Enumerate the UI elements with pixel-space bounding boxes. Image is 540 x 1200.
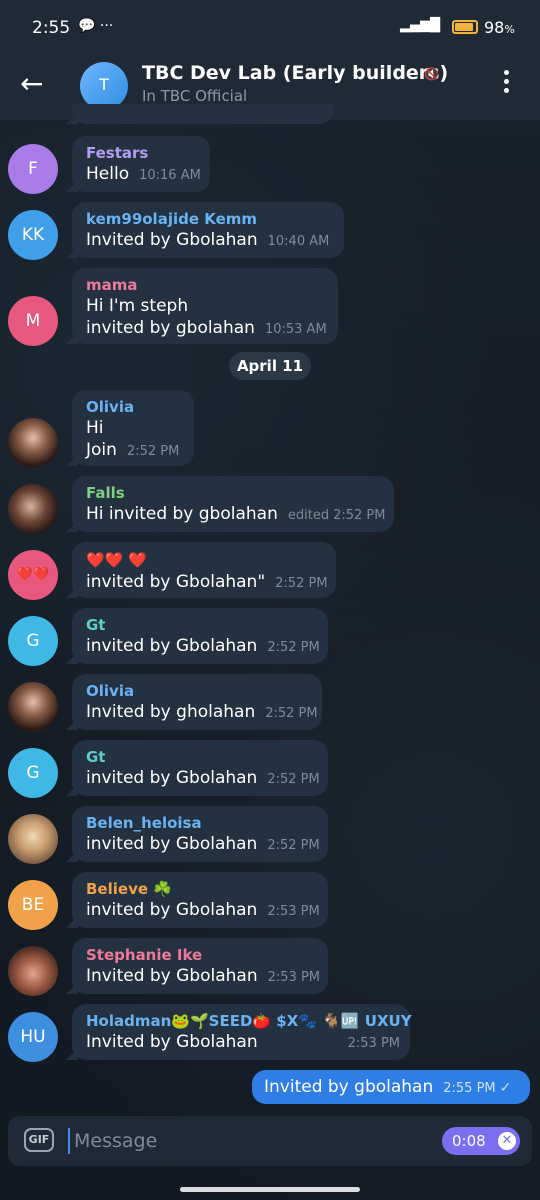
battery-percent: 98% xyxy=(484,18,515,37)
avatar[interactable]: ❤️❤️ xyxy=(8,550,58,600)
message-bubble[interactable]: mama Hi I'm steph invited by gbolahan 10:… xyxy=(72,268,338,344)
message-bubble[interactable]: Olivia Invited by gholahan 2:52 PM xyxy=(72,674,322,730)
message-bubble[interactable]: Olivia Hi Join 2:52 PM xyxy=(72,390,194,466)
edited-label: edited xyxy=(287,508,330,523)
message-time: 2:52 PM xyxy=(275,576,328,591)
message-text: Invited by gbolahan xyxy=(264,1077,434,1097)
avatar[interactable] xyxy=(8,418,58,468)
timer-chip[interactable]: 0:08 ✕ xyxy=(442,1127,520,1155)
message-bubble[interactable]: Believe ☘️ invited by Gbolahan 2:53 PM xyxy=(72,872,328,928)
sender-name[interactable]: kem99olajide Kemm xyxy=(86,209,332,229)
notification-icons: 💬 ··· xyxy=(78,18,114,34)
sender-name[interactable]: Belen_heloisa xyxy=(86,813,316,833)
mute-icon: 🔇 xyxy=(424,67,439,81)
message-text: Join xyxy=(86,440,117,460)
message-text: invited by Gbolahan xyxy=(86,900,258,920)
avatar[interactable] xyxy=(8,484,58,534)
gesture-nav-bar[interactable] xyxy=(180,1187,360,1192)
message-time: 2:55 PM xyxy=(443,1081,496,1096)
timer-text: 0:08 xyxy=(452,1132,486,1150)
message-time: 2:53 PM xyxy=(347,1036,401,1051)
status-time: 2:55 xyxy=(32,18,71,38)
close-icon[interactable]: ✕ xyxy=(498,1132,516,1150)
date-divider: April 11 xyxy=(229,352,311,380)
message-text: Invited by Gbolahan xyxy=(86,966,258,986)
message-bubble[interactable]: Festars Hello 10:16 AM xyxy=(72,136,210,192)
sender-name[interactable]: mama xyxy=(86,275,326,295)
avatar[interactable]: F xyxy=(8,144,58,194)
avatar[interactable] xyxy=(8,814,58,864)
message-bubble[interactable]: Belen_heloisa invited by Gbolahan 2:52 PM xyxy=(72,806,328,862)
avatar[interactable]: BE xyxy=(8,880,58,930)
message-composer: GIF 0:08 ✕ xyxy=(8,1116,532,1166)
chat-title[interactable]: TBC Dev Lab (Early builders) xyxy=(142,62,448,84)
sender-name[interactable]: Gt xyxy=(86,615,316,635)
outgoing-message-bubble[interactable]: Invited by gbolahan 2:55 PM ✓ xyxy=(252,1070,530,1104)
channel-avatar-letter: T xyxy=(99,75,109,94)
chat-subtitle[interactable]: In TBC Official xyxy=(142,87,247,105)
sender-name[interactable]: Holadman🐸🌱SEED🍅 $X🐾 🐐🆙 UXUY xyxy=(86,1011,412,1031)
sender-name[interactable]: Olivia xyxy=(86,397,182,417)
message-bubble[interactable]: Gt invited by Gbolahan 2:52 PM xyxy=(72,740,328,796)
message-time: 2:52 PM xyxy=(265,706,318,721)
message-time: 2:52 PM xyxy=(333,508,386,523)
message-time: 2:52 PM xyxy=(267,640,320,655)
message-time: 10:16 AM xyxy=(139,168,201,183)
avatar[interactable]: M xyxy=(8,296,58,346)
avatar[interactable]: G xyxy=(8,616,58,666)
sender-name[interactable]: Believe ☘️ xyxy=(86,879,316,899)
message-text: invited by Gbolahan xyxy=(86,636,258,656)
message-text: Invited by Gbolahan xyxy=(86,1032,258,1052)
message-text: invited by gbolahan xyxy=(86,318,255,338)
back-arrow-icon[interactable]: ← xyxy=(20,70,43,98)
message-text: invited by Gbolahan xyxy=(86,834,258,854)
partial-message-bubble xyxy=(72,104,334,124)
channel-avatar[interactable]: T xyxy=(80,62,128,110)
message-time: 2:52 PM xyxy=(267,838,320,853)
message-bubble[interactable]: Stephanie Ike Invited by Gbolahan 2:53 PM xyxy=(72,938,328,994)
status-bar: 2:55 💬 ··· ▂▄▆█ ◠ 98% xyxy=(0,0,540,56)
message-text: Invited by gholahan xyxy=(86,702,256,722)
message-text: invited by Gbolahan xyxy=(86,768,258,788)
message-text: Hello xyxy=(86,164,130,184)
sender-name[interactable]: Festars xyxy=(86,143,198,163)
message-text: invited by Gbolahan" xyxy=(86,572,266,592)
avatar[interactable]: HU xyxy=(8,1012,58,1062)
message-text: Hi invited by gbolahan xyxy=(86,504,278,524)
message-bubble[interactable]: Falls Hi invited by gbolahan edited 2:52 P… xyxy=(72,476,394,532)
avatar[interactable] xyxy=(8,682,58,732)
sent-check-icon: ✓ xyxy=(499,1080,512,1096)
text-caret xyxy=(68,1128,70,1154)
message-bubble[interactable]: Holadman🐸🌱SEED🍅 $X🐾 🐐🆙 UXUY Invited by G… xyxy=(72,1004,412,1060)
sender-name[interactable]: Olivia xyxy=(86,681,310,701)
message-input[interactable] xyxy=(72,1126,376,1156)
message-time: 10:53 AM xyxy=(264,322,327,337)
message-time: 2:53 PM xyxy=(267,970,321,985)
sender-name[interactable]: Falls xyxy=(86,483,382,503)
wifi-icon: ◠ xyxy=(428,18,441,34)
message-time: 10:40 AM xyxy=(267,234,330,249)
avatar[interactable]: G xyxy=(8,748,58,798)
message-text: Hi xyxy=(86,418,104,438)
message-bubble[interactable]: ❤️❤️ ❤️ invited by Gbolahan" 2:52 PM xyxy=(72,542,336,598)
avatar[interactable]: KK xyxy=(8,210,58,260)
message-bubble[interactable]: Gt invited by Gbolahan 2:52 PM xyxy=(72,608,328,664)
battery-icon xyxy=(452,20,478,34)
avatar[interactable] xyxy=(8,946,58,996)
gif-button[interactable]: GIF xyxy=(24,1128,54,1152)
message-text: Invited by Gbolahan xyxy=(86,230,258,250)
sender-name[interactable]: Gt xyxy=(86,747,316,767)
message-time: 2:52 PM xyxy=(126,444,180,459)
message-text: ❤️❤️ ❤️ xyxy=(86,551,147,569)
message-time: 2:53 PM xyxy=(267,904,320,919)
message-bubble[interactable]: kem99olajide Kemm Invited by Gbolahan 10:… xyxy=(72,202,344,258)
more-options-icon[interactable] xyxy=(504,70,510,97)
message-text: Hi I'm steph xyxy=(86,296,189,316)
message-time: 2:52 PM xyxy=(267,772,320,787)
sender-name[interactable]: Stephanie Ike xyxy=(86,945,316,965)
